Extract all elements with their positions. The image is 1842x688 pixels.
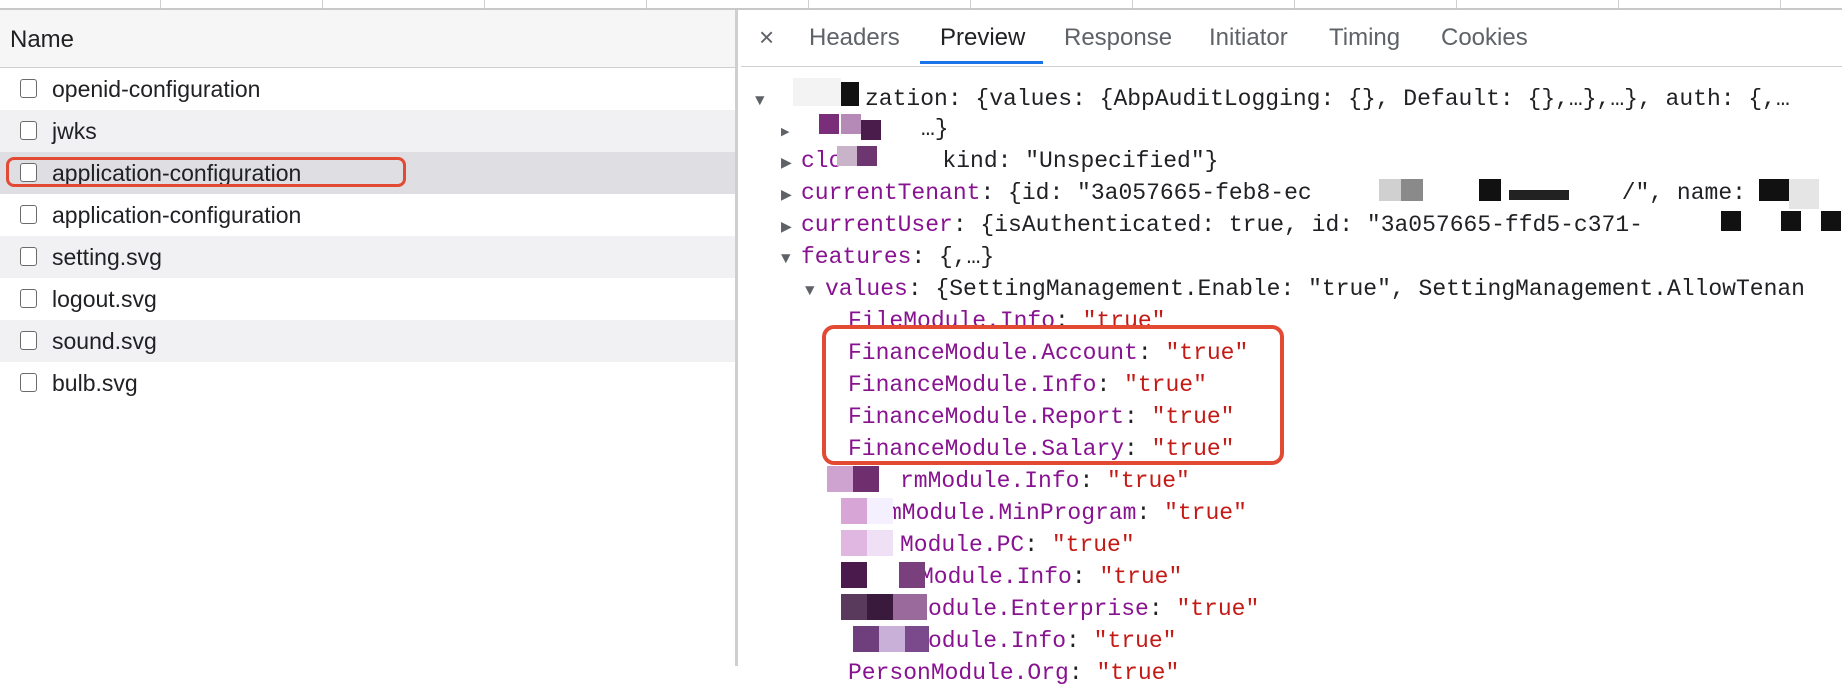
file-icon (20, 373, 37, 392)
redaction-pixel (1759, 179, 1789, 201)
redaction-pixel (841, 498, 867, 524)
redaction-pixel (1781, 211, 1801, 231)
collapsed-triangle-icon[interactable]: ▶ (781, 181, 801, 211)
redaction-pixel (1789, 179, 1819, 209)
tab-preview[interactable]: Preview (940, 24, 1025, 52)
tree-node-feature-values[interactable]: ▼ values: {SettingManagement.Enable: "tru… (805, 274, 1805, 304)
feature-entry: PersonModule.Org: "true" (848, 660, 1180, 686)
redaction-pixel (899, 562, 925, 588)
expanded-triangle-icon[interactable]: ▼ (755, 86, 775, 116)
request-row[interactable]: setting.svg (0, 236, 735, 278)
feature-entry: odule.Info: "true" (928, 628, 1177, 654)
active-tab-indicator (920, 61, 1043, 64)
top-column-strip (0, 0, 1842, 10)
request-name: sound.svg (52, 328, 157, 354)
request-row[interactable]: logout.svg (0, 278, 735, 320)
tab-headers[interactable]: Headers (809, 24, 900, 52)
file-icon (20, 79, 37, 98)
redaction-pixel (861, 120, 881, 140)
redaction-pixel (1479, 179, 1501, 201)
redaction-pixel (1721, 211, 1741, 231)
request-name: bulb.svg (52, 370, 138, 396)
tab-timing[interactable]: Timing (1329, 24, 1400, 52)
redaction-pixel (867, 594, 893, 620)
redaction-pixel (1379, 179, 1401, 201)
tree-node-current-tenant[interactable]: ▶ currentTenant: {id: "3a057665-feb8-ec/"… (781, 178, 1774, 208)
redaction-pixel (905, 626, 929, 652)
feature-entry: rmModule.Info: "true" (900, 468, 1190, 494)
redaction-pixel (793, 78, 841, 106)
redaction-pixel (893, 594, 927, 620)
file-icon (20, 289, 37, 308)
file-icon (20, 331, 37, 350)
tree-node-current-user[interactable]: ▶ currentUser: {isAuthenticated: true, id… (781, 210, 1643, 240)
request-row[interactable]: openid-configuration (0, 68, 735, 110)
name-column-header[interactable]: Name (0, 10, 735, 68)
request-row[interactable]: application-configuration (0, 194, 735, 236)
feature-entry: Module.PC: "true" (900, 532, 1135, 558)
redaction-pixel (841, 530, 867, 556)
feature-entry: Module.Info: "true" (920, 564, 1183, 590)
request-row[interactable]: sound.svg (0, 320, 735, 362)
close-icon[interactable]: × (759, 22, 774, 53)
tab-initiator[interactable]: Initiator (1209, 24, 1288, 52)
redaction-pixel (853, 626, 879, 652)
expanded-triangle-icon[interactable]: ▼ (781, 244, 801, 274)
file-icon (20, 205, 37, 224)
redaction-pixel (837, 146, 857, 166)
redaction-pixel (1509, 190, 1569, 200)
redaction-pixel (819, 114, 839, 134)
file-icon (20, 121, 37, 140)
redaction-pixel (841, 594, 867, 620)
details-tab-bar: × Headers Preview Response Initiator Tim… (741, 10, 1842, 67)
collapsed-triangle-icon[interactable]: ▶ (781, 213, 801, 243)
redaction-pixel (1821, 211, 1841, 231)
request-name: openid-configuration (52, 76, 261, 102)
request-list-panel: Name openid-configuration jwks applicati… (0, 10, 738, 666)
redaction-pixel (841, 114, 861, 134)
feature-entry: odule.Enterprise: "true" (928, 596, 1260, 622)
request-row[interactable]: bulb.svg (0, 362, 735, 404)
redaction-pixel (841, 562, 867, 588)
tab-cookies[interactable]: Cookies (1441, 24, 1528, 52)
finance-module-highlight (822, 325, 1284, 465)
redaction-pixel (841, 82, 859, 106)
redaction-pixel (857, 146, 877, 166)
request-name: application-configuration (52, 202, 302, 228)
file-icon (20, 247, 37, 266)
redaction-pixel (1401, 179, 1423, 201)
redaction-pixel (879, 626, 905, 652)
request-row[interactable]: jwks (0, 110, 735, 152)
tab-response[interactable]: Response (1064, 24, 1172, 52)
tree-node-localization[interactable]: ▼ zation: {values: {AbpAuditLogging: {}, … (755, 84, 1790, 114)
expanded-triangle-icon[interactable]: ▼ (805, 276, 825, 306)
selected-request-highlight (6, 157, 406, 187)
feature-entry: mModule.MinProgram: "true" (888, 500, 1247, 526)
collapsed-triangle-icon[interactable]: ▶ (781, 149, 801, 179)
redaction-pixel (867, 530, 893, 556)
redaction-pixel (867, 498, 893, 524)
redaction-pixel (827, 466, 853, 492)
request-name: logout.svg (52, 286, 157, 312)
request-name: jwks (52, 118, 97, 144)
tree-node-features[interactable]: ▼ features: {,…} (781, 242, 994, 272)
redaction-pixel (853, 466, 879, 492)
request-name: setting.svg (52, 244, 162, 270)
collapsed-triangle-icon[interactable]: ▶ (781, 118, 801, 148)
